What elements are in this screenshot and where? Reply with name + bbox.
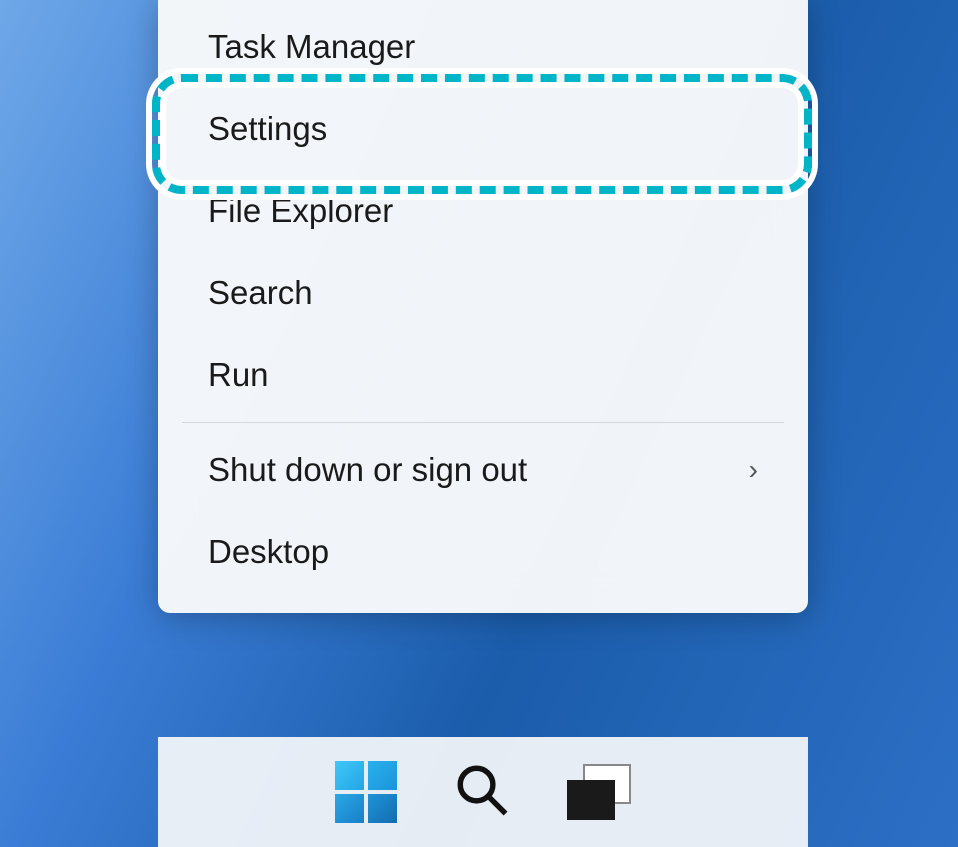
menu-divider [182,422,784,423]
start-context-menu: Task Manager Settings File Explorer Sear… [158,0,808,613]
menu-item-label: Task Manager [208,28,415,66]
menu-item-label: Desktop [208,533,329,571]
menu-item-search[interactable]: Search [158,252,808,334]
start-icon[interactable] [335,761,397,823]
menu-item-label: Search [208,274,313,312]
taskbar [158,737,808,847]
menu-item-label: Settings [208,110,327,148]
chevron-right-icon: › [749,454,758,486]
menu-item-shutdown[interactable]: Shut down or sign out › [158,429,808,511]
menu-item-settings[interactable]: Settings [158,88,808,170]
menu-item-label: File Explorer [208,192,393,230]
menu-item-file-explorer[interactable]: File Explorer [158,170,808,252]
menu-item-task-manager[interactable]: Task Manager [158,6,808,88]
menu-item-label: Run [208,356,269,394]
menu-item-label: Shut down or sign out [208,451,527,489]
menu-item-run[interactable]: Run [158,334,808,416]
menu-item-desktop[interactable]: Desktop [158,511,808,593]
taskview-icon[interactable] [567,764,631,820]
search-icon[interactable] [453,761,511,824]
